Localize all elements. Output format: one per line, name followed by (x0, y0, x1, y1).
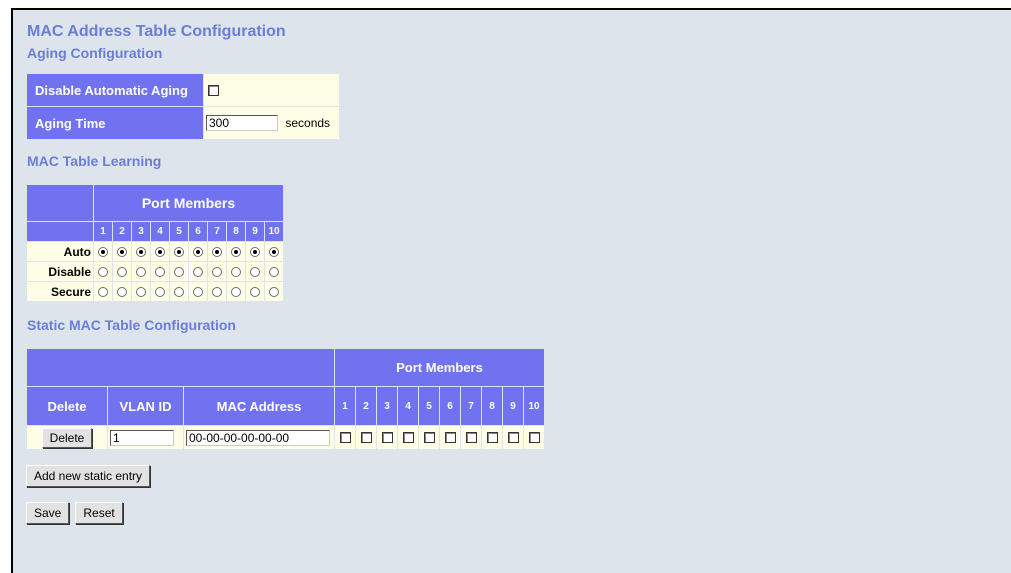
learning-row-disable: Disable (27, 262, 283, 281)
col-vlan-header: VLAN ID (108, 387, 183, 425)
save-button[interactable]: Save (26, 502, 70, 524)
learning-radio-disable-port-5[interactable] (174, 267, 184, 278)
aging-time-input[interactable] (206, 115, 278, 131)
learning-radio-auto-port-9[interactable] (250, 247, 260, 258)
col-delete-header: Delete (27, 387, 107, 425)
learning-row-label: Secure (27, 282, 93, 301)
static-port-checkbox-4[interactable] (402, 431, 414, 443)
disable-aging-checkbox[interactable] (208, 85, 219, 97)
static-port-checkbox-1[interactable] (339, 431, 351, 443)
add-static-entry-button[interactable]: Add new static entry (26, 465, 151, 487)
static-port-checkbox-2[interactable] (360, 431, 372, 443)
aging-table: Disable Automatic Aging Aging Time secon… (26, 73, 340, 140)
delete-entry-button[interactable]: Delete (41, 427, 93, 448)
static-port-header-6: 6 (440, 387, 460, 425)
static-port-header-5: 5 (419, 387, 439, 425)
learning-radio-auto-port-6[interactable] (193, 247, 203, 258)
learning-radio-secure-port-9[interactable] (250, 287, 260, 298)
static-port-header-4: 4 (398, 387, 418, 425)
learning-radio-secure-port-8[interactable] (231, 287, 241, 298)
static-port-header-8: 8 (482, 387, 502, 425)
static-port-checkbox-6[interactable] (444, 431, 456, 443)
static-table: Port Members Delete VLAN ID MAC Address … (26, 348, 545, 450)
static-port-checkbox-5[interactable] (423, 431, 435, 443)
learning-radio-secure-port-3[interactable] (136, 287, 146, 298)
learning-radio-disable-port-1[interactable] (98, 267, 108, 278)
learning-radio-secure-port-4[interactable] (155, 287, 165, 298)
aging-heading: Aging Configuration (27, 45, 163, 61)
learning-port-header-2: 2 (113, 222, 131, 241)
learning-radio-secure-port-10[interactable] (269, 287, 279, 298)
learning-port-header-5: 5 (170, 222, 188, 241)
learning-table: Port Members 1 2 3 4 5 6 7 8 9 10 Auto Disable Secu… (26, 184, 284, 302)
learning-row-label: Disable (27, 262, 93, 281)
learning-port-header-4: 4 (151, 222, 169, 241)
learning-radio-auto-port-8[interactable] (231, 247, 241, 258)
learning-port-header-6: 6 (189, 222, 207, 241)
learning-radio-auto-port-7[interactable] (212, 247, 222, 258)
learning-radio-secure-port-2[interactable] (117, 287, 127, 298)
learning-radio-disable-port-9[interactable] (250, 267, 260, 278)
learning-radio-auto-port-3[interactable] (136, 247, 146, 258)
static-port-checkbox-8[interactable] (486, 431, 498, 443)
learning-radio-auto-port-1[interactable] (98, 247, 108, 258)
static-port-header-2: 2 (356, 387, 376, 425)
learning-radio-secure-port-1[interactable] (98, 287, 108, 298)
learning-row-auto: Auto (27, 242, 283, 261)
learning-radio-disable-port-10[interactable] (269, 267, 279, 278)
learning-radio-secure-port-6[interactable] (193, 287, 203, 298)
vlan-id-input[interactable] (110, 429, 174, 446)
static-port-header-7: 7 (461, 387, 481, 425)
static-port-members-header: Port Members (335, 349, 544, 386)
static-port-checkbox-7[interactable] (465, 431, 477, 443)
learning-heading: MAC Table Learning (27, 153, 162, 169)
learning-radio-secure-port-7[interactable] (212, 287, 222, 298)
learning-radio-disable-port-8[interactable] (231, 267, 241, 278)
reset-button[interactable]: Reset (75, 502, 123, 524)
aging-disable-row: Disable Automatic Aging (27, 74, 339, 106)
learning-port-header-10: 10 (265, 222, 283, 241)
learning-radio-auto-port-2[interactable] (117, 247, 127, 258)
aging-time-unit: seconds (285, 116, 331, 130)
aging-time-label: Aging Time (27, 107, 203, 139)
learning-row-label: Auto (27, 242, 93, 261)
static-port-header-9: 9 (503, 387, 523, 425)
learning-radio-secure-port-5[interactable] (174, 287, 184, 298)
learning-port-header-7: 7 (208, 222, 226, 241)
aging-time-row: Aging Time seconds (27, 107, 339, 139)
learning-radio-disable-port-4[interactable] (155, 267, 165, 278)
learning-radio-auto-port-5[interactable] (174, 247, 184, 258)
learning-row-secure: Secure (27, 282, 283, 301)
learning-radio-disable-port-3[interactable] (136, 267, 146, 278)
learning-port-members-header: Port Members (94, 185, 283, 221)
learning-port-header-3: 3 (132, 222, 150, 241)
config-content: MAC Address Table Configuration Aging Co… (26, 22, 545, 524)
learning-radio-auto-port-4[interactable] (155, 247, 165, 258)
static-port-checkbox-3[interactable] (381, 431, 393, 443)
col-mac-header: MAC Address (184, 387, 334, 425)
disable-aging-label: Disable Automatic Aging (27, 74, 203, 106)
page-title: MAC Address Table Configuration (27, 23, 286, 40)
static-port-header-1: 1 (335, 387, 355, 425)
mac-address-input[interactable] (186, 429, 330, 446)
learning-radio-disable-port-2[interactable] (117, 267, 127, 278)
static-port-header-3: 3 (377, 387, 397, 425)
static-port-checkbox-10[interactable] (528, 431, 540, 443)
learning-radio-auto-port-10[interactable] (269, 247, 279, 258)
learning-radio-disable-port-7[interactable] (212, 267, 222, 278)
static-port-checkbox-9[interactable] (507, 431, 519, 443)
static-heading: Static MAC Table Configuration (27, 317, 236, 333)
learning-port-header-9: 9 (246, 222, 264, 241)
learning-port-header-8: 8 (227, 222, 245, 241)
learning-radio-disable-port-6[interactable] (193, 267, 203, 278)
static-entry-row: Delete (27, 426, 544, 449)
static-port-header-10: 10 (524, 387, 544, 425)
config-frame: MAC Address Table Configuration Aging Co… (11, 8, 1011, 573)
learning-port-header-1: 1 (94, 222, 112, 241)
